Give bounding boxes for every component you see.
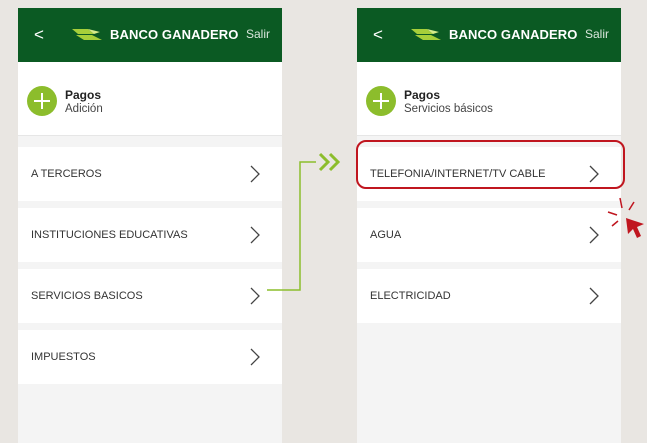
double-chevron-icon [318,152,341,172]
flow-connector [267,152,341,291]
click-cursor-icon [607,197,644,238]
